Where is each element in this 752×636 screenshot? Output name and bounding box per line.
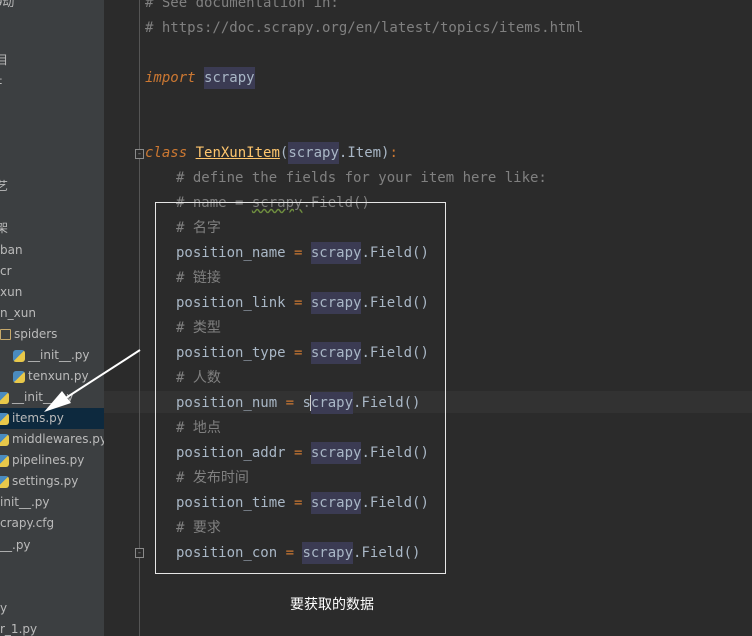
tree-item-scrapy-cfg[interactable]: crapy.cfg bbox=[0, 513, 54, 534]
colon: : bbox=[389, 145, 398, 161]
python-file-icon bbox=[0, 433, 9, 446]
class-base-attr: .Item) bbox=[338, 145, 390, 161]
tree-item-truncated-3[interactable]: ‡ bbox=[0, 71, 2, 92]
tree-item-douban[interactable]: ban bbox=[0, 240, 23, 261]
keyword-class: class bbox=[145, 145, 188, 161]
project-tree-panel: ∂动 目 ‡ 艺 架 ban cr xun n_xun spiders __in… bbox=[0, 0, 104, 636]
tree-item-label: init__.py bbox=[0, 495, 50, 509]
tree-item-truncated-y[interactable]: y bbox=[0, 598, 7, 619]
fold-end-icon[interactable]: - bbox=[135, 548, 144, 558]
tree-item-truncated-4[interactable]: 艺 bbox=[0, 176, 8, 197]
tree-item-pipelines-py[interactable]: pipelines.py bbox=[0, 450, 84, 471]
tree-item-label: cr bbox=[0, 264, 12, 278]
tree-item-init[interactable]: __init__.py bbox=[0, 387, 74, 408]
tree-item-xun[interactable]: xun bbox=[0, 282, 22, 303]
tree-item-label: ban bbox=[0, 243, 23, 257]
code-line-comment-define: # define the fields for your item here l… bbox=[176, 170, 547, 186]
tree-item-label: pipelines.py bbox=[12, 453, 85, 467]
tree-item-label: spiders bbox=[14, 327, 58, 341]
tree-item-label: middlewares.py bbox=[12, 432, 104, 446]
tree-item-ten-xun[interactable]: n_xun bbox=[0, 303, 36, 324]
tree-item-label: settings.py bbox=[12, 474, 79, 488]
tree-item-label: xun bbox=[0, 285, 23, 299]
code-line-comment-url: # https://doc.scrapy.org/en/latest/topic… bbox=[145, 20, 584, 36]
tree-item-root-init[interactable]: init__.py bbox=[0, 492, 50, 513]
tree-item-label: __init__.py bbox=[28, 348, 90, 362]
code-line-comment-see: # See documentation in: bbox=[145, 0, 339, 11]
tree-item-label: r_1.py bbox=[0, 622, 38, 636]
class-name: TenXunItem bbox=[195, 145, 280, 161]
tree-item-spiders[interactable]: spiders bbox=[0, 324, 57, 345]
folder-icon bbox=[0, 329, 11, 340]
fold-toggle-icon[interactable]: - bbox=[135, 149, 144, 159]
python-file-icon bbox=[13, 349, 25, 362]
annotation-caption: 要获取的数据 bbox=[290, 597, 374, 613]
keyword-import: import bbox=[145, 70, 196, 86]
python-file-icon bbox=[0, 475, 9, 488]
tree-item-label: tenxun.py bbox=[28, 369, 89, 383]
tree-item-spiders-init[interactable]: __init__.py bbox=[13, 345, 90, 366]
tree-item-label: crapy.cfg bbox=[0, 516, 55, 530]
code-line-import: import scrapy bbox=[145, 67, 255, 89]
gutter-divider bbox=[139, 0, 140, 636]
module-scrapy: scrapy bbox=[204, 67, 255, 89]
tree-item-label: __init__.py bbox=[12, 390, 74, 404]
python-file-icon bbox=[13, 370, 25, 383]
tree-item-settings-py[interactable]: settings.py bbox=[0, 471, 78, 492]
tree-item-label: n_xun bbox=[0, 306, 36, 320]
tree-item-items-py[interactable]: items.py bbox=[0, 408, 104, 429]
tree-item-label: items.py bbox=[12, 411, 64, 425]
tree-item-label: 目 bbox=[0, 53, 9, 67]
tree-item-truncated-py[interactable]: __.py bbox=[0, 535, 31, 556]
python-file-icon bbox=[0, 454, 9, 467]
tree-item-truncated-5[interactable]: 架 bbox=[0, 218, 8, 239]
tree-item-label: y bbox=[0, 601, 8, 615]
annotation-box bbox=[155, 202, 446, 574]
tree-item-truncated-r1[interactable]: r_1.py bbox=[0, 619, 37, 636]
tree-item-truncated-1[interactable]: ∂动 bbox=[0, 0, 14, 13]
tree-item-label: ∂动 bbox=[0, 0, 15, 9]
code-line-class: class TenXunItem(scrapy.Item): bbox=[145, 142, 398, 164]
tree-item-cr[interactable]: cr bbox=[0, 261, 12, 282]
tree-item-label: 架 bbox=[0, 221, 9, 235]
tree-item-tenxun-py[interactable]: tenxun.py bbox=[13, 366, 89, 387]
tree-item-truncated-2[interactable]: 目 bbox=[0, 50, 8, 71]
tree-item-label: 艺 bbox=[0, 179, 9, 193]
python-file-icon bbox=[0, 391, 9, 404]
tree-item-label: __.py bbox=[0, 538, 31, 552]
tree-item-middlewares-py[interactable]: middlewares.py bbox=[0, 429, 104, 450]
tree-item-label: ‡ bbox=[0, 74, 2, 88]
module-scrapy: scrapy bbox=[288, 142, 339, 164]
python-file-icon bbox=[0, 412, 9, 425]
